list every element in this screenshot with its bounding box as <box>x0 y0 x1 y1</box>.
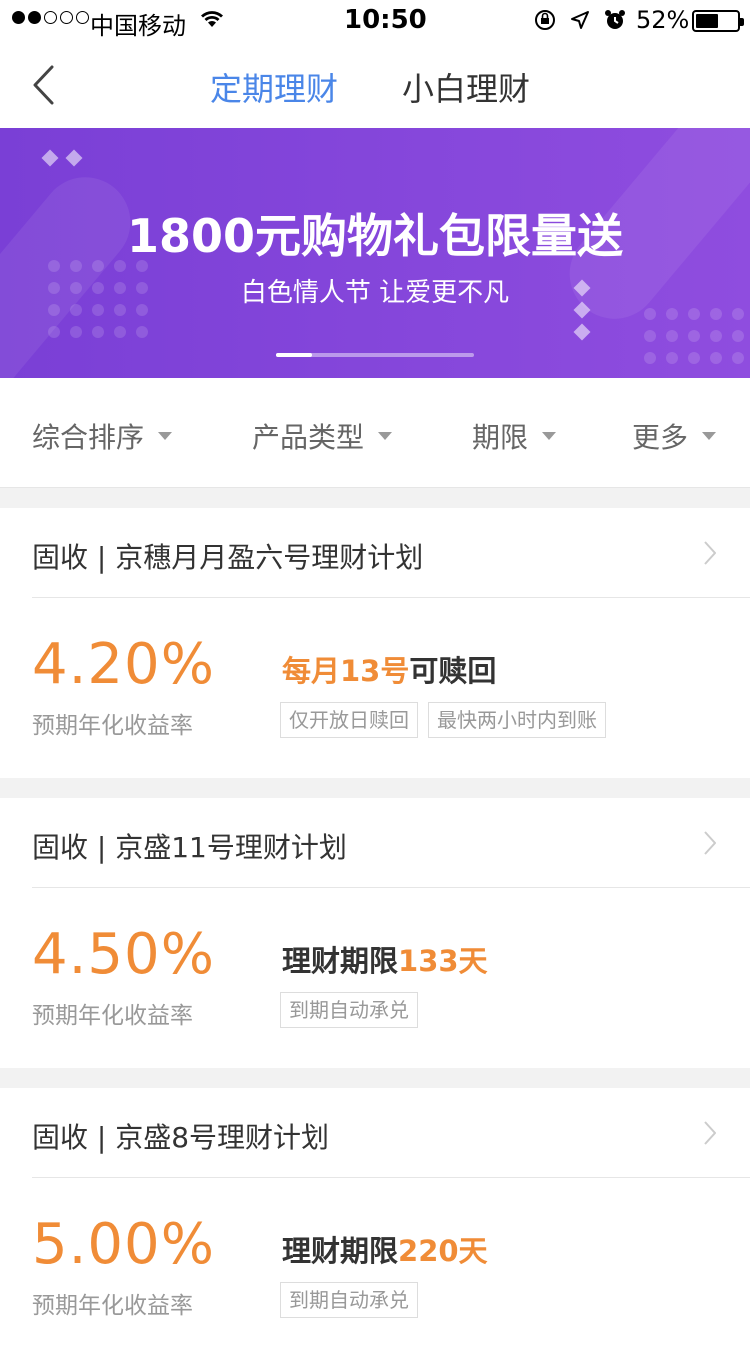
detail-highlight: 220天 <box>398 1234 488 1268</box>
location-icon <box>571 11 589 29</box>
product-title: 固收 | 京盛11号理财计划 <box>32 831 347 864</box>
back-icon[interactable] <box>30 64 58 106</box>
detail-highlight: 133天 <box>398 944 488 978</box>
filter-bar: 综合排序 产品类型 期限 更多 <box>0 378 750 488</box>
filter-label: 产品类型 <box>252 421 365 454</box>
banner-subtitle: 白色情人节 让爱更不凡 <box>240 278 510 308</box>
caret-down-icon <box>702 432 717 440</box>
caret-down-icon <box>378 432 393 440</box>
product-tag: 到期自动承兑 <box>280 1282 418 1318</box>
status-bar: 中国移动 10:50 52% <box>0 0 750 40</box>
caret-down-icon <box>158 432 173 440</box>
filter-more[interactable]: 更多 <box>632 416 717 456</box>
product-card-header: 固收 | 京穗月月盈六号理财计划 <box>32 508 750 598</box>
rotation-lock-icon <box>535 10 555 30</box>
filter-sort[interactable]: 综合排序 <box>32 416 173 456</box>
filter-label: 综合排序 <box>32 421 145 454</box>
battery-icon <box>692 10 744 32</box>
product-tag: 最快两小时内到账 <box>428 702 606 738</box>
filter-label: 期限 <box>472 421 529 454</box>
banner-title: 1800元购物礼包限量送 <box>126 209 624 263</box>
signal-strength-icon <box>12 11 89 24</box>
promo-banner[interactable]: 1800元购物礼包限量送 白色情人节 让爱更不凡 <box>0 128 750 378</box>
carousel-indicator-active <box>276 353 312 357</box>
expected-rate: 4.20% <box>32 632 215 697</box>
detail-text: 理财期限 <box>282 944 399 978</box>
filter-product-type[interactable]: 产品类型 <box>252 416 393 456</box>
nav-bar: 定期理财 小白理财 <box>0 40 750 128</box>
product-detail: 理财期限220天 <box>282 1228 488 1270</box>
product-card-header: 固收 | 京盛8号理财计划 <box>32 1088 750 1178</box>
chevron-right-icon <box>704 831 716 855</box>
wifi-icon <box>201 11 223 27</box>
product-title: 固收 | 京盛8号理财计划 <box>32 1121 330 1154</box>
rate-label: 预期年化收益率 <box>32 1003 193 1029</box>
detail-text: 可赎回 <box>409 654 497 688</box>
expected-rate: 5.00% <box>32 1212 215 1277</box>
detail-text: 理财期限 <box>282 1234 399 1268</box>
product-card[interactable]: 固收 | 京盛11号理财计划 4.50% 预期年化收益率 理财期限133天 到期… <box>0 798 750 1068</box>
tab-beginner[interactable]: 小白理财 <box>402 64 530 110</box>
product-title: 固收 | 京穗月月盈六号理财计划 <box>32 541 424 574</box>
product-detail: 理财期限133天 <box>282 938 488 980</box>
clock-time: 10:50 <box>344 5 427 35</box>
chevron-right-icon <box>704 541 716 565</box>
product-detail: 每月13号可赎回 <box>282 648 496 690</box>
product-card[interactable]: 固收 | 京盛8号理财计划 5.00% 预期年化收益率 理财期限220天 到期自… <box>0 1088 750 1358</box>
rate-label: 预期年化收益率 <box>32 713 193 739</box>
product-card[interactable]: 固收 | 京穗月月盈六号理财计划 4.20% 预期年化收益率 每月13号可赎回 … <box>0 508 750 778</box>
detail-highlight: 每月13号 <box>282 654 410 688</box>
product-card-header: 固收 | 京盛11号理财计划 <box>32 798 750 888</box>
carrier-name: 中国移动 <box>90 12 186 40</box>
battery-percent: 52% <box>636 6 690 34</box>
alarm-icon <box>605 10 625 29</box>
product-tag: 仅开放日赎回 <box>280 702 418 738</box>
caret-down-icon <box>542 432 557 440</box>
expected-rate: 4.50% <box>32 922 215 987</box>
tab-fixed-term[interactable]: 定期理财 <box>210 64 338 110</box>
filter-label: 更多 <box>632 421 689 454</box>
filter-term[interactable]: 期限 <box>472 416 557 456</box>
rate-label: 预期年化收益率 <box>32 1293 193 1319</box>
product-tag: 到期自动承兑 <box>280 992 418 1028</box>
chevron-right-icon <box>704 1121 716 1145</box>
